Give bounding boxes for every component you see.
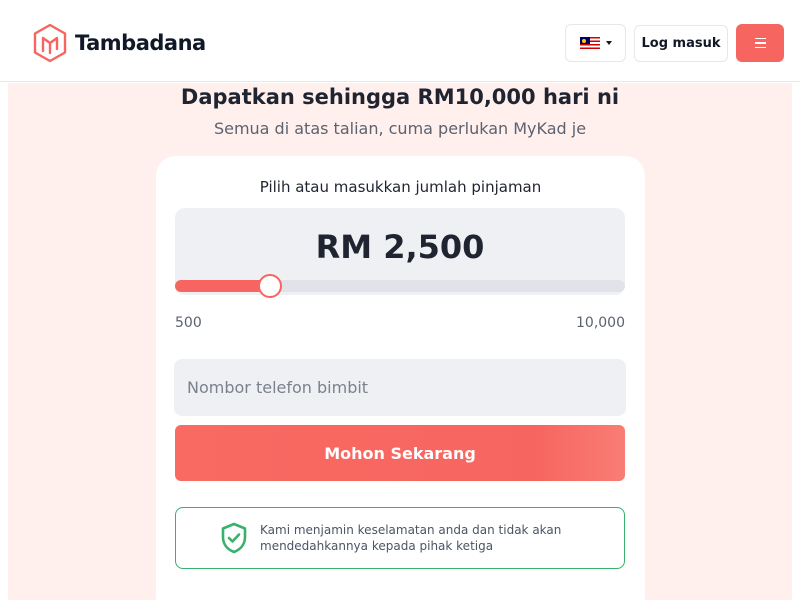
login-button[interactable]: Log masuk [634,25,728,62]
shield-check-icon [221,522,247,554]
tambadana-logo-icon [33,23,67,63]
caret-down-icon [605,41,612,45]
menu-button[interactable] [736,24,784,62]
malaysia-flag-icon [579,37,600,49]
amount-label: Pilih atau masukkan jumlah pinjaman [259,178,542,196]
slider-thumb[interactable] [257,274,282,298]
brand-name: Tambadana [75,31,206,55]
slider-max-label: 10,000 [576,315,625,331]
hamburger-menu-icon [754,37,766,40]
slider-min-label: 500 [175,315,202,331]
security-notice: Kami menjamin keselamatan anda dan tidak… [175,507,625,569]
slider-fill [175,280,270,292]
hero-headline: Dapatkan sehingga RM10,000 hari ni [180,85,620,109]
loan-amount-value[interactable]: RM 2,500 [175,227,625,267]
phone-number-input[interactable] [174,359,626,416]
hero-subheadline: Semua di atas talian, cuma perlukan MyKa… [213,119,587,138]
loan-amount-slider[interactable] [175,274,625,298]
language-selector[interactable] [565,24,626,62]
site-header: Tambadana Log masuk [0,0,800,82]
apply-now-button[interactable]: Mohon Sekarang [175,425,625,481]
security-notice-text: Kami menjamin keselamatan anda dan tidak… [260,523,562,553]
brand-logo[interactable]: Tambadana [32,23,206,63]
